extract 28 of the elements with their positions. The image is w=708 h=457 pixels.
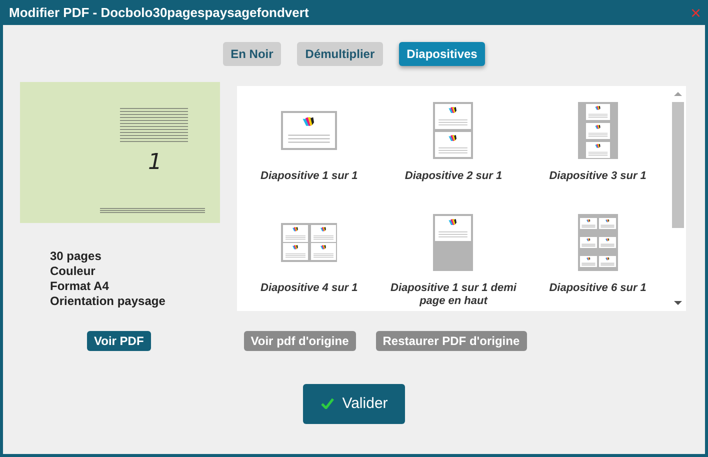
slide-layout-icon [578, 214, 618, 270]
slide-layout-icon [281, 110, 338, 150]
slide-option-label[interactable]: Diapositive 1 sur 1 demi page en haut [388, 282, 518, 308]
info-text: Orientation paysage [50, 294, 166, 309]
slide-layout-icon [433, 214, 474, 270]
tab[interactable]: Démultiplier [297, 42, 383, 66]
slide-option-label[interactable]: Diapositive 6 sur 1 [532, 282, 663, 295]
info-text: Format A4 [50, 279, 110, 294]
text-lines-drawing [120, 108, 188, 142]
slide-option-label[interactable]: Diapositive 3 sur 1 [532, 170, 663, 183]
slide-option-label[interactable]: Diapositive 1 sur 1 [244, 170, 374, 183]
slide-layout-icon [281, 222, 338, 262]
action-button[interactable]: Voir PDF [87, 331, 151, 351]
slide-layout-icon [578, 102, 618, 158]
scroll-down-icon[interactable] [674, 300, 682, 306]
validate-button[interactable]: Valider [303, 384, 405, 424]
slide-option-label[interactable]: Diapositive 4 sur 1 [244, 282, 374, 295]
tab[interactable]: En Noir [222, 42, 282, 66]
check-icon [321, 398, 334, 409]
info-text: Couleur [50, 264, 96, 279]
window-title: Modifier PDF - Docbolo30pagespaysagefondvert [9, 5, 309, 20]
tab[interactable]: Diapositives [398, 42, 486, 66]
slide-option-label[interactable]: Diapositive 2 sur 1 [388, 170, 518, 183]
slide-layout-icon [433, 102, 474, 158]
scroll-up-icon[interactable] [674, 91, 682, 97]
page-number: 1 [148, 150, 162, 175]
info-text: 30 pages [50, 249, 102, 264]
scrollbar-thumb[interactable] [672, 102, 684, 228]
